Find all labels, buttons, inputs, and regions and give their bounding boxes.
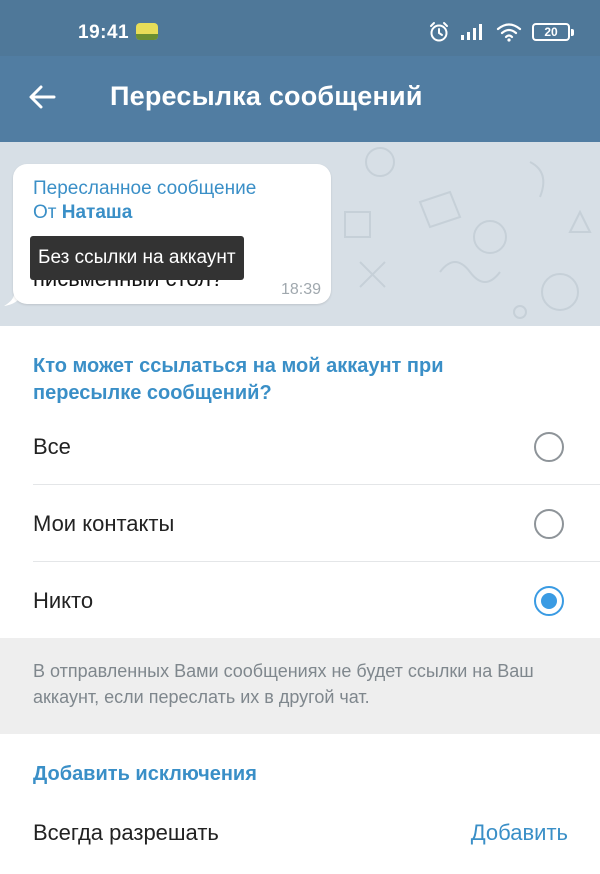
option-label: Никто [33,588,94,613]
wifi-icon [496,22,522,42]
message-time: 18:39 [280,281,321,298]
add-button[interactable]: Добавить [471,820,568,846]
arrow-left-icon [28,84,56,115]
message-bubble: Пересланное сообщение От Наташа Чем воро… [13,164,331,304]
forwarded-from-prefix: От [33,202,62,223]
chat-preview: Пересланное сообщение От Наташа Чем воро… [0,142,600,326]
option-nobody[interactable]: Никто [0,562,600,639]
always-allow-row[interactable]: Всегда разрешать Добавить [0,800,600,870]
option-label: Мои контакты [33,511,175,536]
forwarded-from-name: Наташа [61,202,133,223]
forwarded-header: Пересланное сообщение [33,178,257,199]
status-bar: 19:41 20 [0,0,600,56]
page-title: Пересылка сообщений [110,81,423,111]
option-label: Все [33,434,71,459]
app-bar: Пересылка сообщений [0,56,600,142]
info-text: В отправленных Вами сообщениях не будет … [33,661,534,707]
radio-nobody[interactable] [534,586,564,616]
status-time: 19:41 [78,22,130,43]
option-everyone[interactable]: Все [0,408,600,485]
always-allow-label: Всегда разрешать [33,820,219,845]
radio-everyone[interactable] [534,432,564,462]
privacy-section-header: Кто может ссылаться на мой аккаунт при п… [33,355,444,404]
exceptions-header: Добавить исключения [33,763,257,785]
signal-bars-icon [460,23,486,41]
alarm-clock-icon [428,21,450,43]
forwarded-from: От Наташа [33,201,132,225]
status-icons: 20 [428,20,574,44]
radio-my-contacts[interactable] [534,509,564,539]
info-block: В отправленных Вами сообщениях не будет … [0,638,600,734]
option-my-contacts[interactable]: Мои контакты [0,485,600,562]
battery-icon: 20 [532,23,574,41]
back-button[interactable] [22,81,62,117]
notification-app-icon [136,23,158,40]
tooltip: Без ссылки на аккаунт [30,236,244,280]
